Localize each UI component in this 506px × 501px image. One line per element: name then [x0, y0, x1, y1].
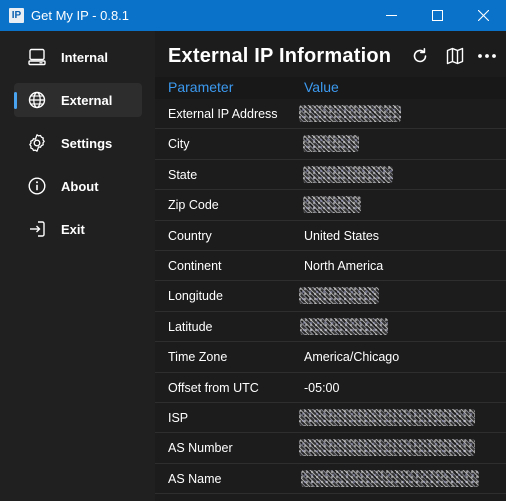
table-row: City — [155, 129, 506, 160]
row-parameter: AS Number — [168, 441, 233, 456]
row-parameter: Longitude — [168, 289, 223, 304]
table-header: Parameter Value — [155, 77, 506, 99]
sidebar-item-external[interactable]: External — [14, 83, 142, 117]
table-row: External IP Address — [155, 99, 506, 130]
sidebar: Internal External Settings About Exit — [0, 31, 155, 501]
map-button[interactable] — [442, 43, 468, 69]
app-body: Internal External Settings About Exit Ex… — [0, 31, 506, 501]
redacted-value — [303, 196, 361, 214]
more-icon — [478, 54, 496, 58]
row-value: North America — [304, 258, 384, 273]
redacted-value — [299, 408, 475, 426]
sidebar-item-settings[interactable]: Settings — [14, 126, 142, 160]
table-row: Country United States — [155, 220, 506, 251]
redacted-value — [303, 165, 393, 183]
maximize-button[interactable] — [414, 0, 460, 31]
more-options-button[interactable] — [474, 43, 500, 69]
maximize-icon — [431, 10, 443, 21]
main-panel: External IP Information Parameter Value … — [155, 31, 506, 501]
redacted-value — [299, 287, 379, 305]
redacted-value — [299, 439, 475, 457]
column-header-parameter: Parameter — [168, 79, 234, 95]
sidebar-item-label: Settings — [61, 136, 113, 151]
row-parameter: External IP Address — [168, 107, 278, 121]
table-row: State — [155, 159, 506, 191]
page-title: External IP Information — [168, 45, 392, 67]
close-icon — [477, 10, 489, 21]
redacted-value — [300, 317, 388, 335]
redacted-value — [299, 105, 401, 122]
redacted-value — [301, 469, 479, 487]
ip-info-table: Parameter Value External IP Address City… — [155, 77, 506, 495]
table-row: Zip Code — [155, 190, 506, 221]
table-row: ISP — [155, 402, 506, 434]
table-row: Latitude — [155, 311, 506, 343]
sidebar-item-label: Internal — [61, 50, 108, 65]
window-title: Get My IP - 0.8.1 — [31, 8, 130, 23]
row-value: America/Chicago — [304, 350, 400, 365]
title-bar[interactable]: IP Get My IP - 0.8.1 — [0, 0, 506, 31]
sidebar-item-exit[interactable]: Exit — [14, 212, 142, 246]
row-parameter: Time Zone — [168, 350, 228, 365]
table-row: AS Number — [155, 433, 506, 464]
map-icon — [446, 47, 464, 65]
row-value: -05:00 — [304, 380, 340, 395]
column-header-value: Value — [304, 79, 339, 95]
row-parameter: Offset from UTC — [168, 380, 259, 395]
info-icon — [28, 177, 46, 195]
sidebar-item-internal[interactable]: Internal — [14, 40, 142, 74]
row-parameter: AS Name — [168, 471, 222, 486]
table-row: Time Zone America/Chicago — [155, 342, 506, 373]
sidebar-item-about[interactable]: About — [14, 169, 142, 203]
row-parameter: City — [168, 137, 190, 152]
row-parameter: Zip Code — [168, 198, 219, 213]
table-row: Continent North America — [155, 250, 506, 282]
refresh-button[interactable] — [407, 43, 433, 69]
exit-icon — [30, 221, 45, 237]
row-value: United States — [304, 228, 380, 243]
row-parameter: State — [168, 167, 198, 182]
table-row: Longitude — [155, 281, 506, 312]
refresh-icon — [413, 47, 427, 63]
gear-icon — [29, 134, 45, 152]
app-icon: IP — [9, 8, 24, 23]
row-parameter: Country — [168, 228, 212, 243]
minimize-icon — [385, 15, 397, 16]
computer-icon — [28, 48, 46, 66]
table-row: AS Name — [155, 463, 506, 495]
globe-icon — [28, 91, 46, 109]
redacted-value — [303, 135, 359, 153]
table-row: Offset from UTC -05:00 — [155, 372, 506, 403]
row-parameter: ISP — [168, 410, 189, 425]
sidebar-item-label: Exit — [61, 222, 85, 237]
row-parameter: Latitude — [168, 319, 213, 334]
minimize-button[interactable] — [368, 0, 414, 31]
close-button[interactable] — [460, 0, 506, 31]
sidebar-item-label: External — [61, 93, 113, 108]
row-parameter: Continent — [168, 258, 222, 273]
sidebar-item-label: About — [61, 179, 99, 194]
active-indicator — [14, 92, 17, 109]
